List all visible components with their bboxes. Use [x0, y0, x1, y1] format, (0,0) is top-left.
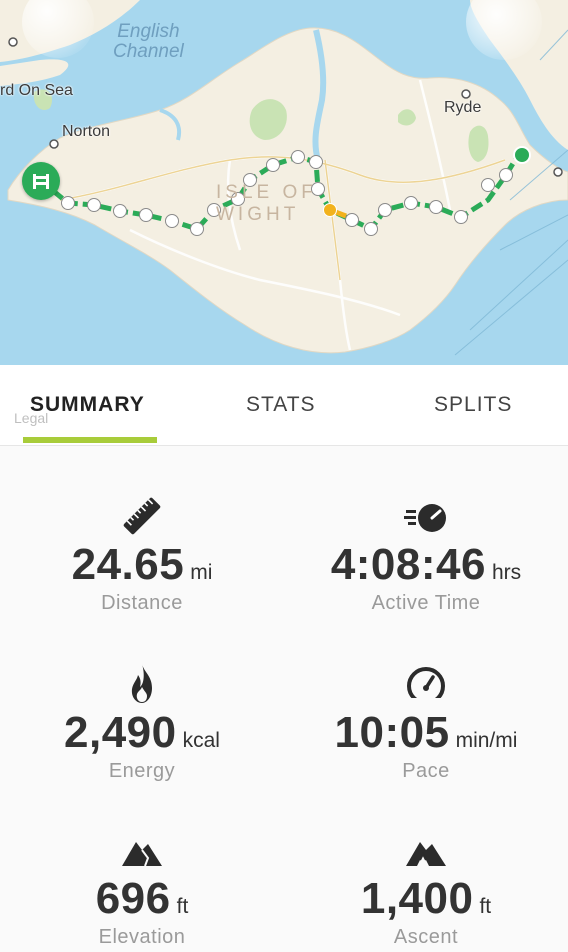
- map-label-isle-of-wight: ISLE OF WIGHT: [216, 182, 317, 225]
- stat-ascent: 1,400 ft Ascent: [284, 828, 568, 949]
- ascent-unit: ft: [479, 895, 492, 918]
- mountain-icon: [122, 842, 162, 867]
- elevation-unit: ft: [176, 895, 189, 918]
- route-waypoint: [429, 200, 443, 214]
- energy-unit: kcal: [182, 729, 220, 752]
- map-label-yarmouth: rd On Sea: [0, 82, 73, 99]
- route-waypoint: [364, 222, 378, 236]
- active-time-value: 4:08:46: [330, 540, 486, 589]
- ascent-icon: [406, 842, 446, 866]
- route-waypoint: [309, 155, 323, 169]
- ascent-label: Ascent: [393, 926, 459, 948]
- active-tab-indicator: [23, 437, 157, 443]
- start-marker[interactable]: [22, 162, 60, 200]
- speedometer-icon: [407, 667, 445, 706]
- stat-active-time: 4:08:46 hrs Active Time: [284, 494, 568, 615]
- tab-stats[interactable]: STATS: [246, 393, 316, 417]
- distance-value: 24.65: [71, 540, 185, 589]
- distance-unit: mi: [190, 561, 213, 584]
- pace-value: 10:05: [334, 708, 450, 757]
- tab-bar: SUMMARY STATS SPLITS: [0, 365, 568, 446]
- pace-unit: min/mi: [455, 729, 518, 752]
- distance-label: Distance: [101, 592, 183, 614]
- flag-icon: [33, 174, 49, 189]
- route-map[interactable]: English Channel rd On Sea Norton Ryde IS…: [0, 0, 568, 365]
- pace-label: Pace: [402, 760, 450, 782]
- ascent-value: 1,400: [360, 874, 474, 923]
- route-waypoint: [454, 210, 468, 224]
- tab-splits[interactable]: SPLITS: [434, 393, 512, 417]
- energy-label: Energy: [108, 760, 176, 782]
- active-time-label: Active Time: [371, 592, 481, 614]
- route-waypoint: [266, 158, 280, 172]
- route-waypoint: [291, 150, 305, 164]
- route-waypoint: [61, 196, 75, 210]
- route-waypoint: [139, 208, 153, 222]
- stopwatch-icon: [404, 504, 446, 532]
- stat-elevation: 696 ft Elevation: [0, 828, 284, 949]
- route-waypoint: [481, 178, 495, 192]
- stat-pace: 10:05 min/mi Pace: [284, 662, 568, 783]
- stat-energy: 2,490 kcal Energy: [0, 662, 284, 783]
- active-time-unit: hrs: [491, 561, 522, 584]
- energy-value: 2,490: [64, 708, 177, 757]
- route-waypoint: [87, 198, 101, 212]
- end-marker[interactable]: [513, 146, 531, 164]
- stat-distance: 24.65 mi Distance: [0, 494, 284, 615]
- map-legal-link[interactable]: Legal: [14, 410, 48, 426]
- route-waypoint: [404, 196, 418, 210]
- route-waypoint: [499, 168, 513, 182]
- route-waypoint: [345, 213, 359, 227]
- map-label-norton: Norton: [62, 123, 111, 140]
- elevation-value: 696: [95, 874, 171, 923]
- route-waypoint: [113, 204, 127, 218]
- map-label-ryde: Ryde: [444, 99, 482, 116]
- route-waypoint: [190, 222, 204, 236]
- route-waypoint: [165, 214, 179, 228]
- map-label-english-channel: English Channel: [113, 21, 184, 62]
- route-pause-marker: [323, 203, 337, 217]
- elevation-label: Elevation: [98, 926, 186, 948]
- flame-icon: [131, 664, 152, 703]
- ruler-icon: [123, 497, 161, 535]
- route-waypoint: [378, 203, 392, 217]
